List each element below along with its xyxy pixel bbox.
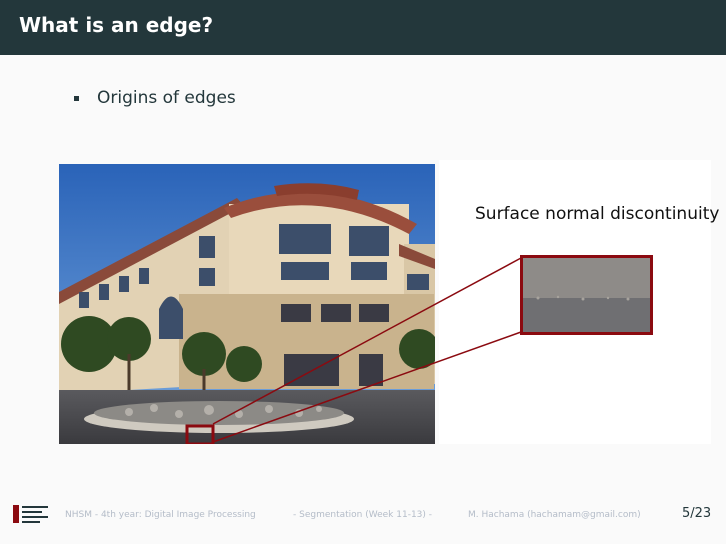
zoom-panel: Surface normal discontinuity (439, 160, 719, 444)
title-bar: What is an edge? (0, 0, 726, 55)
slide-footer: NHSM - 4th year: Digital Image Processin… (0, 500, 726, 530)
zoomed-detail (520, 255, 653, 335)
page-number: 5/23 (682, 506, 712, 521)
bullet-text: Origins of edges (97, 88, 236, 108)
footer-course: NHSM - 4th year: Digital Image Processin… (65, 510, 256, 520)
bullet-marker-icon (74, 95, 79, 101)
institution-logo-icon (13, 505, 48, 523)
edge-figure: Surface normal discontinuity (59, 160, 719, 444)
footer-author: M. Hachama (hachamam@gmail.com) (468, 510, 641, 520)
building-photo (59, 164, 435, 444)
surface-normal-label: Surface normal discontinuity (475, 204, 720, 224)
bullet-item: Origins of edges (74, 88, 236, 108)
slide-title: What is an edge? (19, 13, 214, 37)
footer-section: - Segmentation (Week 11-13) - (293, 510, 433, 520)
